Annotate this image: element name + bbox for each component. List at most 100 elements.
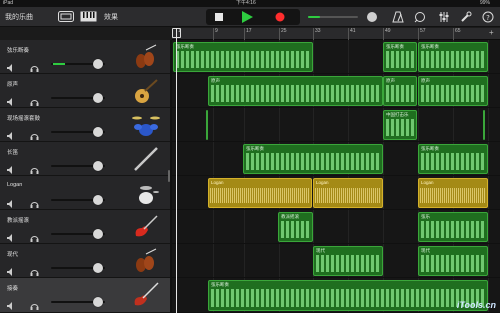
clock: 下午4:16 — [236, 0, 256, 6]
mute-icon[interactable] — [7, 161, 16, 174]
volume-knob[interactable] — [93, 127, 103, 137]
volume-slider[interactable] — [51, 93, 105, 103]
audio-region[interactable]: 弦乐断奏 — [383, 42, 417, 72]
help-icon[interactable]: ? — [482, 11, 494, 23]
volume-knob[interactable] — [93, 195, 103, 205]
audio-region[interactable]: 中国打击乐 — [383, 110, 417, 140]
track-header[interactable]: 原声 — [0, 74, 172, 108]
audio-region[interactable]: 原声 — [383, 76, 417, 106]
audio-region[interactable] — [483, 110, 485, 140]
audio-region[interactable]: 弦乐断奏 — [418, 144, 488, 174]
mixer-icon[interactable] — [438, 11, 450, 23]
acoustic-guitar-icon — [132, 78, 160, 104]
svg-text:?: ? — [486, 14, 490, 22]
headphones-icon[interactable] — [30, 263, 39, 276]
headphones-icon[interactable] — [30, 161, 39, 174]
settings-wrench-icon[interactable] — [460, 11, 472, 23]
audio-region[interactable]: Logan — [418, 178, 488, 208]
audio-region[interactable]: 弦乐断奏 — [418, 42, 488, 72]
audio-region[interactable]: 原声 — [418, 76, 488, 106]
audio-region[interactable]: 弦乐断奏 — [173, 42, 313, 72]
audio-region[interactable]: Logan — [208, 178, 312, 208]
record-icon[interactable] — [275, 12, 285, 22]
add-section-icon[interactable]: + — [488, 28, 494, 40]
volume-knob[interactable] — [93, 263, 103, 273]
tracks-area[interactable]: 弦乐断奏 弦乐断奏 弦乐断奏 原声 原声 原声 中国打击乐 弦乐断奏 弦乐断奏 … — [172, 40, 500, 313]
region-label: 原声 — [421, 78, 430, 83]
midi-notes — [421, 221, 485, 238]
bass-guitar-icon — [132, 282, 160, 308]
master-volume-slider[interactable] — [308, 15, 358, 19]
mute-icon[interactable] — [7, 127, 16, 140]
audio-region[interactable]: 弦乐 — [418, 212, 488, 242]
track-name: 弦乐断奏 — [7, 48, 30, 54]
volume-slider[interactable] — [51, 195, 105, 205]
volume-slider[interactable] — [51, 161, 105, 171]
audio-region[interactable]: 现代 — [313, 246, 383, 276]
play-icon[interactable] — [240, 11, 254, 23]
master-volume-knob-icon[interactable] — [366, 11, 378, 23]
headphones-icon[interactable] — [30, 59, 39, 72]
stop-icon[interactable] — [214, 12, 224, 22]
track-header[interactable]: 弦乐断奏 — [0, 40, 172, 74]
keyboard-icon[interactable] — [80, 11, 97, 22]
headphones-icon[interactable] — [30, 229, 39, 242]
midi-notes — [281, 221, 310, 238]
track-header[interactable]: Logan — [0, 176, 172, 210]
tracks-view-icon[interactable] — [58, 11, 74, 22]
volume-knob[interactable] — [93, 93, 103, 103]
audio-region[interactable]: 教派摇滚 — [278, 212, 313, 242]
midi-notes — [246, 153, 380, 170]
fx-button[interactable]: 效果 — [104, 10, 118, 24]
volume-slider[interactable] — [51, 59, 105, 69]
midi-notes — [386, 119, 414, 136]
audio-region[interactable] — [206, 110, 208, 140]
headphones-icon[interactable] — [30, 93, 39, 106]
volume-slider[interactable] — [51, 297, 105, 307]
track-name: 现代 — [7, 252, 19, 258]
region-label: 原声 — [386, 78, 395, 83]
midi-notes — [211, 85, 380, 102]
flute-icon — [132, 146, 160, 172]
track-header[interactable]: 长笛 — [0, 142, 172, 176]
track-lane[interactable] — [172, 108, 500, 142]
mute-icon[interactable] — [7, 59, 16, 72]
volume-knob[interactable] — [93, 229, 103, 239]
mute-icon[interactable] — [7, 195, 16, 208]
timeline-ruler[interactable]: 1 9 17 25 33 41 49 57 65 + — [172, 28, 500, 40]
volume-slider[interactable] — [51, 263, 105, 273]
track-header[interactable]: 现场摇滚套鼓 — [0, 108, 172, 142]
track-scrollbar[interactable] — [168, 170, 170, 182]
audio-region[interactable]: 弦乐断奏 — [243, 144, 383, 174]
playhead[interactable] — [176, 28, 177, 313]
mute-icon[interactable] — [7, 297, 16, 310]
metronome-icon[interactable] — [392, 11, 404, 23]
my-songs-button[interactable]: 我的乐曲 — [5, 10, 33, 24]
mute-icon[interactable] — [7, 93, 16, 106]
headphones-icon[interactable] — [30, 195, 39, 208]
audio-region[interactable]: 现代 — [418, 246, 488, 276]
track-header[interactable]: 教派摇滚 — [0, 210, 172, 244]
mute-icon[interactable] — [7, 263, 16, 276]
audio-region[interactable]: 原声 — [208, 76, 383, 106]
violin-icon — [132, 44, 160, 70]
volume-knob[interactable] — [93, 297, 103, 307]
violin-icon — [132, 248, 160, 274]
volume-knob[interactable] — [93, 59, 103, 69]
audio-waveform — [210, 188, 310, 203]
mute-icon[interactable] — [7, 229, 16, 242]
ruler-mark: 33 — [313, 28, 321, 40]
track-header-selected[interactable]: 接奏 — [0, 278, 172, 313]
audio-region[interactable]: 弦乐断奏 — [208, 280, 488, 311]
headphones-icon[interactable] — [30, 127, 39, 140]
region-label: 现代 — [316, 248, 325, 253]
headphones-icon[interactable] — [30, 297, 39, 310]
volume-slider[interactable] — [51, 229, 105, 239]
region-label: 弦乐断奏 — [421, 146, 439, 151]
loop-browser-icon[interactable] — [414, 11, 426, 23]
track-header[interactable]: 现代 — [0, 244, 172, 278]
audio-region[interactable]: Logan — [313, 178, 383, 208]
region-label: 现代 — [421, 248, 430, 253]
volume-slider[interactable] — [51, 127, 105, 137]
volume-knob[interactable] — [93, 161, 103, 171]
